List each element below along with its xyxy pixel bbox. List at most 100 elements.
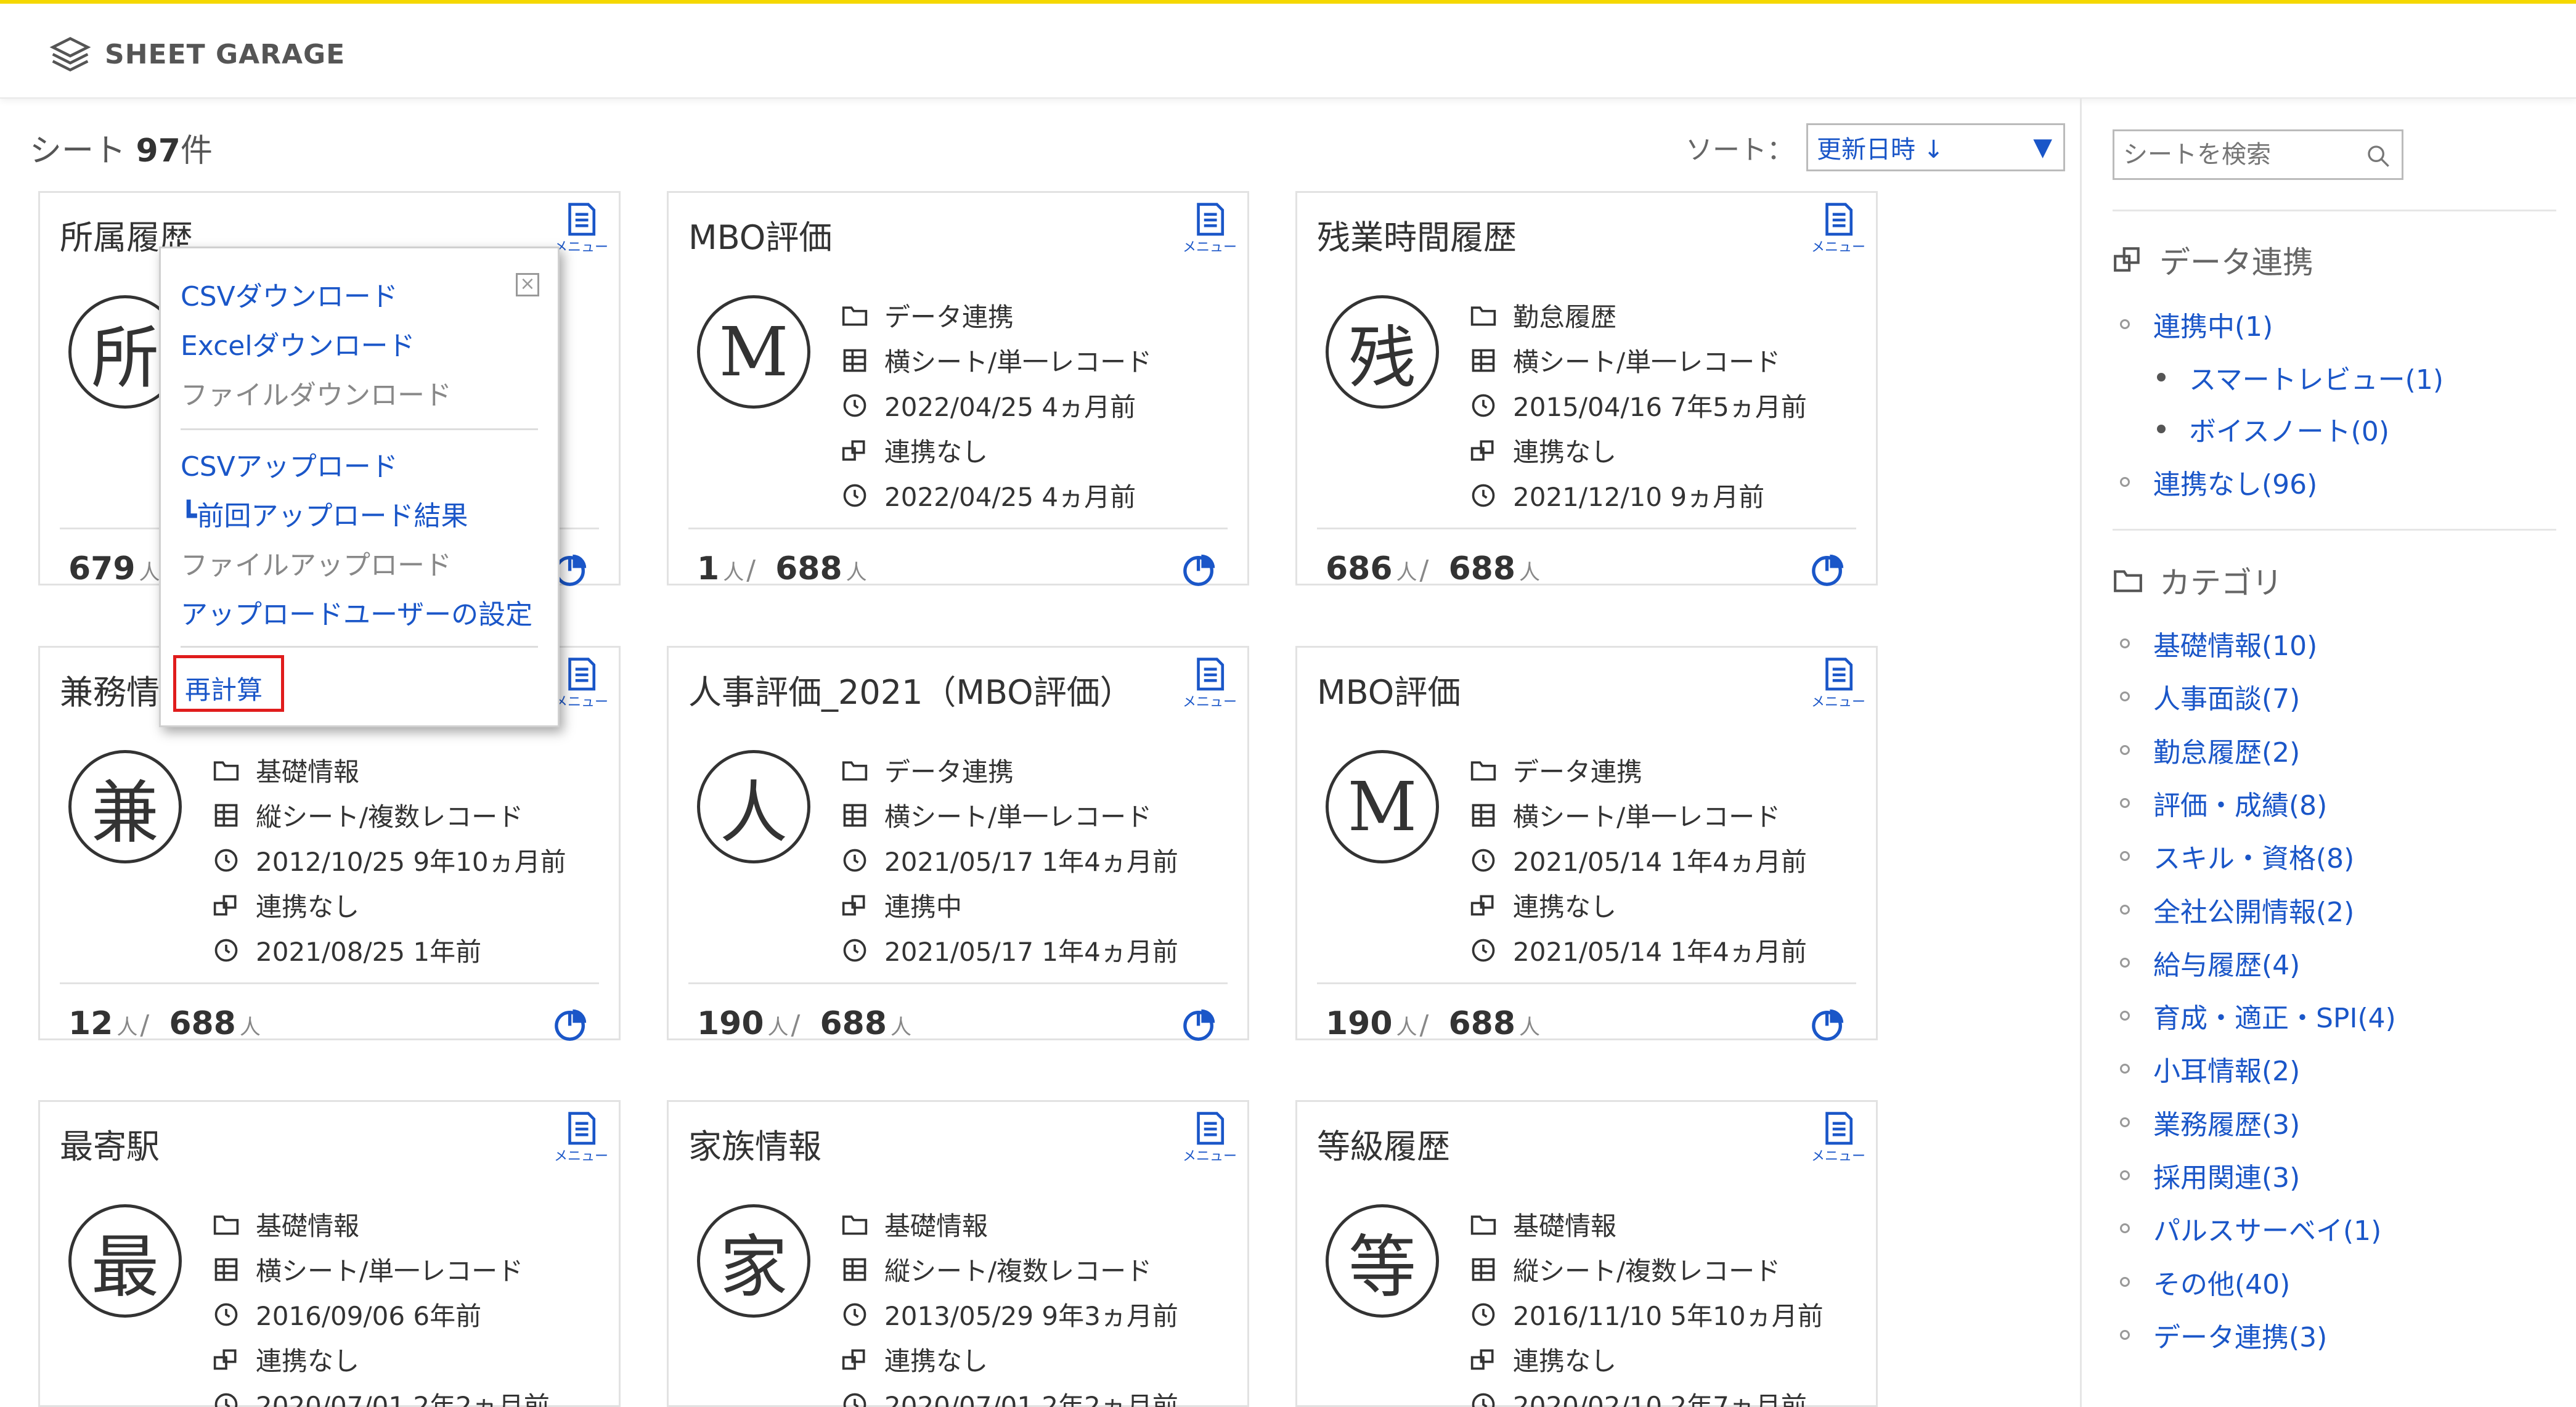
meta-value: 2013/05/29 9年3ヵ月前 bbox=[884, 1301, 1178, 1331]
meta-value: 連携なし bbox=[1513, 437, 1617, 467]
app-title: SHEET GARAGE bbox=[105, 38, 346, 70]
sidebar-item-category[interactable]: 育成・適正・SPI(4) bbox=[2120, 996, 2396, 1035]
sheet-card[interactable]: 残業時間履歴 メニュー 残 勤怠履歴 横シート/単一レコード 2015/04/1… bbox=[1295, 191, 1878, 587]
pie-chart-icon[interactable] bbox=[1182, 1006, 1218, 1042]
category-title: カテゴリ bbox=[2159, 565, 2283, 601]
pie-chart-icon[interactable] bbox=[1811, 1006, 1846, 1042]
count-value: 12 bbox=[68, 1005, 113, 1042]
sidebar-item-category[interactable]: スキル・資格(8) bbox=[2120, 836, 2354, 876]
card-menu-button[interactable]: メニュー bbox=[1811, 1111, 1866, 1165]
sheet-card[interactable]: MBO評価 メニュー M データ連携 横シート/単一レコード 2022/04/2… bbox=[667, 191, 1249, 587]
card-menu-button[interactable]: メニュー bbox=[553, 1111, 609, 1165]
sidebar-item-category[interactable]: パルスサーベイ(1) bbox=[2120, 1209, 2381, 1248]
sort-select[interactable]: 更新日時 ↓ ▼ bbox=[1806, 123, 2065, 171]
card-title[interactable]: MBO評価 bbox=[1317, 665, 1461, 714]
app-logo[interactable]: SHEET GARAGE bbox=[49, 33, 345, 75]
sheet-card[interactable]: MBO評価 メニュー M データ連携 横シート/単一レコード 2021/05/1… bbox=[1295, 646, 1878, 1042]
card-title[interactable]: 人事評価_2021（MBO評価） bbox=[688, 665, 1133, 714]
sidebar-item-category[interactable]: 給与履歴(4) bbox=[2120, 943, 2300, 982]
meta-link-date: 2021/12/10 9ヵ月前 bbox=[1470, 473, 1807, 518]
sidebar-item-link-active[interactable]: 連携中(1) bbox=[2120, 304, 2273, 344]
card-title[interactable]: 最寄駅 bbox=[60, 1119, 160, 1168]
sidebar-item-category[interactable]: 評価・成績(8) bbox=[2120, 783, 2327, 823]
sidebar-item-category[interactable]: 基礎情報(10) bbox=[2120, 624, 2317, 663]
record-count: 1 人/ 688 人 bbox=[697, 550, 867, 587]
card-menu-button[interactable]: メニュー bbox=[1811, 656, 1866, 711]
dropdown-arrow-icon: ▼ bbox=[2033, 133, 2052, 161]
search-input[interactable] bbox=[2114, 131, 2355, 178]
meta-type: 横シート/単一レコード bbox=[841, 793, 1178, 838]
meta-category: 基礎情報 bbox=[1470, 1202, 1824, 1247]
pie-chart-icon[interactable] bbox=[1811, 552, 1846, 587]
card-title[interactable]: MBO評価 bbox=[688, 210, 832, 259]
card-menu-button[interactable]: メニュー bbox=[553, 656, 609, 711]
bullet-icon bbox=[2120, 1170, 2130, 1180]
clock-icon bbox=[1472, 1393, 1495, 1407]
sidebar-item-no-link[interactable]: 連携なし(96) bbox=[2120, 462, 2317, 502]
sidebar-item-category[interactable]: 人事面談(7) bbox=[2120, 677, 2300, 716]
csv-upload-item[interactable]: CSVアップロード bbox=[181, 444, 398, 484]
clock-icon bbox=[1472, 849, 1495, 871]
meta-link: 連携なし bbox=[213, 883, 566, 928]
document-menu-icon bbox=[1197, 203, 1225, 236]
sidebar-item-label: 評価・成績(8) bbox=[2153, 789, 2328, 822]
sheet-card[interactable]: 人事評価_2021（MBO評価） メニュー 人 データ連携 横シート/単一レコー… bbox=[667, 646, 1249, 1042]
sidebar-item-category[interactable]: 業務履歴(3) bbox=[2120, 1103, 2300, 1142]
sidebar-item-category[interactable]: 採用関連(3) bbox=[2120, 1156, 2300, 1195]
sheet-card[interactable]: 最寄駅 メニュー 最 基礎情報 横シート/単一レコード 2016/09/06 6… bbox=[38, 1100, 621, 1407]
card-title[interactable]: 等級履歴 bbox=[1317, 1119, 1450, 1168]
card-menu-button[interactable]: メニュー bbox=[553, 202, 609, 256]
link-icon bbox=[842, 1349, 865, 1369]
card-divider bbox=[688, 528, 1228, 529]
excel-download-item[interactable]: Excelダウンロード bbox=[181, 324, 415, 363]
meta-value: 連携なし bbox=[884, 1346, 988, 1376]
sidebar-item-label: 給与履歴(4) bbox=[2153, 949, 2301, 981]
card-menu-button[interactable]: メニュー bbox=[1811, 202, 1866, 256]
sheet-card[interactable]: 等級履歴 メニュー 等 基礎情報 縦シート/複数レコード 2016/11/10 … bbox=[1295, 1100, 1878, 1407]
sheet-card[interactable]: 家族情報 メニュー 家 基礎情報 縦シート/複数レコード 2013/05/29 … bbox=[667, 1100, 1249, 1407]
sheet-type-icon bbox=[1472, 349, 1495, 372]
card-title[interactable]: 残業時間履歴 bbox=[1317, 210, 1517, 259]
sidebar-item-category[interactable]: 小耳情報(2) bbox=[2120, 1049, 2300, 1088]
sidebar-item-category[interactable]: 勤怠履歴(2) bbox=[2120, 730, 2300, 770]
sidebar-item-category[interactable]: 全社公開情報(2) bbox=[2120, 890, 2354, 929]
total-unit: 人 bbox=[891, 1015, 912, 1040]
menu-label: メニュー bbox=[1182, 695, 1237, 710]
recalculate-highlight[interactable]: 再計算 bbox=[173, 655, 284, 712]
sheet-avatar: 家 bbox=[697, 1204, 810, 1318]
meta-value: 2021/12/10 9ヵ月前 bbox=[1513, 482, 1765, 512]
sidebar-item-voice-note[interactable]: ボイスノート(0) bbox=[2157, 409, 2389, 449]
total-value: 688 bbox=[820, 1005, 887, 1042]
search-icon[interactable] bbox=[2366, 144, 2391, 168]
meta-value: 横シート/単一レコード bbox=[1513, 802, 1781, 832]
card-menu-button[interactable]: メニュー bbox=[1182, 1111, 1237, 1165]
sidebar-item-smart-review[interactable]: スマートレビュー(1) bbox=[2157, 357, 2444, 397]
record-count: 686 人/ 688 人 bbox=[1326, 550, 1541, 587]
card-menu-button[interactable]: メニュー bbox=[1182, 202, 1237, 256]
recalculate-item[interactable]: 再計算 bbox=[185, 669, 263, 707]
bullet-icon bbox=[2120, 1329, 2130, 1340]
sidebar-item-category[interactable]: データ連携(3) bbox=[2120, 1315, 2327, 1355]
upload-user-settings-item[interactable]: アップロードユーザーの設定 bbox=[181, 592, 532, 632]
meta-link-date: 2020/07/01 2年2ヵ月前 bbox=[213, 1382, 550, 1407]
csv-download-item[interactable]: CSVダウンロード bbox=[181, 274, 398, 314]
meta-link-date: 2020/02/10 2年7ヵ月前 bbox=[1470, 1382, 1824, 1407]
card-title[interactable]: 家族情報 bbox=[688, 1119, 821, 1168]
last-upload-result-item[interactable]: ┗前回アップロード結果 bbox=[181, 494, 468, 533]
meta-updated: 2015/04/16 7年5ヵ月前 bbox=[1470, 383, 1807, 428]
pie-chart-icon[interactable] bbox=[553, 1006, 589, 1042]
meta-value: 連携中 bbox=[884, 892, 963, 922]
menu-label: メニュー bbox=[1811, 695, 1865, 710]
meta-value: 2020/07/01 2年2ヵ月前 bbox=[884, 1391, 1178, 1407]
sidebar-item-label: 人事面談(7) bbox=[2153, 683, 2301, 716]
total-value: 688 bbox=[169, 1005, 236, 1042]
meta-link-date: 2021/08/25 1年前 bbox=[213, 928, 566, 973]
clock-icon bbox=[843, 939, 866, 961]
close-icon[interactable]: × bbox=[516, 273, 539, 296]
card-menu-button[interactable]: メニュー bbox=[1182, 656, 1237, 711]
meta-value: 連携なし bbox=[1513, 1346, 1617, 1376]
sidebar-item-category[interactable]: その他(40) bbox=[2120, 1262, 2290, 1302]
bullet-icon bbox=[2120, 1223, 2130, 1234]
clock-icon bbox=[843, 1303, 866, 1326]
pie-chart-icon[interactable] bbox=[1182, 552, 1218, 587]
